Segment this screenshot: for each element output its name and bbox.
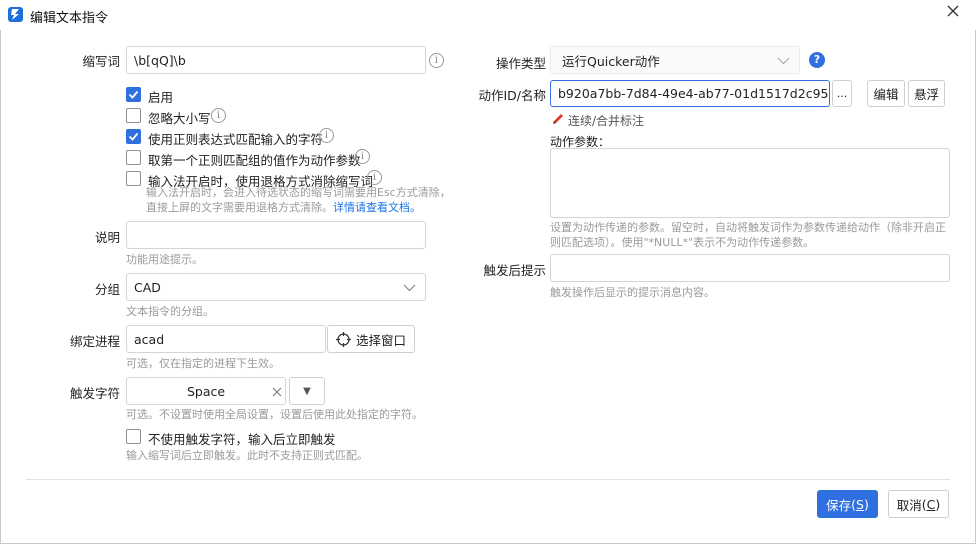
first-group-label: 取第一个正则匹配组的值作为动作参数: [148, 153, 361, 168]
crosshair-icon: [335, 331, 351, 347]
use-regex-label: 使用正则表达式匹配输入的字符: [148, 132, 324, 147]
cancel-label: 取消: [896, 497, 922, 513]
op-type-value: 运行Quicker动作: [562, 53, 660, 69]
no-trigger-label: 不使用触发字符，输入后立即触发: [148, 432, 336, 447]
enable-checkbox[interactable]: [126, 87, 141, 102]
chevron-down-icon: [403, 284, 416, 292]
close-icon[interactable]: [944, 2, 962, 20]
window-title: 编辑文本指令: [30, 11, 109, 26]
edit-button[interactable]: 编辑: [867, 80, 905, 107]
first-group-info-icon[interactable]: i: [355, 149, 370, 164]
ime-hint-line2: 直接上屏的文字需要用退格方式清除。详情请查看文档。: [146, 200, 421, 216]
ime-hint-line1: 输入法开启时，会进入待选状态的缩写词需要用Esc方式清除，: [146, 186, 451, 199]
use-regex-checkbox[interactable]: [126, 129, 141, 144]
help-icon[interactable]: ?: [809, 52, 825, 68]
process-input[interactable]: acad: [126, 325, 326, 353]
use-regex-info-icon[interactable]: i: [319, 128, 334, 143]
select-window-label: 选择窗口: [355, 332, 406, 348]
title-bar: 编辑文本指令: [0, 0, 976, 30]
trigger-label: 触发字符: [69, 386, 120, 401]
group-select-value: CAD: [134, 279, 161, 295]
op-type-label: 操作类型: [495, 56, 546, 71]
no-trigger-hint: 输入缩写词后立即触发。此时不支持正则式匹配。: [126, 449, 368, 462]
no-trigger-checkbox[interactable]: [126, 429, 141, 444]
trigger-hint: 可选。不设置时使用全局设置，设置后使用此处指定的字符。: [126, 408, 423, 421]
op-type-select[interactable]: 运行Quicker动作: [550, 46, 800, 74]
clear-icon[interactable]: [272, 387, 282, 397]
group-label: 分组: [94, 282, 120, 297]
action-id-label: 动作ID/名称: [478, 88, 546, 103]
abbr-input[interactable]: \b[qQ]\b: [126, 46, 426, 74]
after-input[interactable]: [550, 254, 950, 282]
action-id-input[interactable]: b920a7bb-7d84-49e4-ab77-01d1517d2c95: [550, 80, 830, 107]
float-button[interactable]: 悬浮: [908, 80, 945, 107]
group-select[interactable]: CAD: [126, 273, 426, 301]
enable-label: 启用: [148, 90, 174, 105]
more-button[interactable]: ...: [832, 80, 852, 107]
mark-link[interactable]: 连续/合并标注: [568, 112, 644, 129]
params-hint-line1: 设置为动作传递的参数。留空时，自动将触发词作为参数传递给动作（除非开启正: [550, 221, 946, 234]
ime-hint-text: 直接上屏的文字需要用退格方式清除。: [146, 201, 333, 214]
desc-hint: 功能用途提示。: [126, 253, 203, 266]
trigger-value: Space: [186, 383, 226, 399]
cancel-key: C: [926, 496, 936, 512]
params-hint-line2: 则匹配选项）。使用"*NULL*"表示不为动作传递参数。: [550, 236, 815, 249]
desc-label: 说明: [94, 230, 120, 245]
process-hint: 可选，仅在指定的进程下生效。: [126, 357, 280, 370]
ignore-case-label: 忽略大小写: [148, 111, 211, 126]
save-label: 保存: [826, 497, 852, 513]
footer-divider: [26, 479, 950, 480]
first-group-checkbox[interactable]: [126, 150, 141, 165]
abbr-info-icon[interactable]: i: [429, 53, 444, 68]
after-hint: 触发操作后显示的提示消息内容。: [550, 286, 715, 299]
trigger-input[interactable]: Space: [126, 377, 286, 405]
process-label: 绑定进程: [69, 334, 120, 349]
pen-icon: [553, 114, 563, 124]
chevron-down-icon: [777, 57, 790, 65]
app-logo-icon: [8, 7, 23, 22]
trigger-dropdown-button[interactable]: ▼: [289, 377, 325, 405]
ime-docs-link[interactable]: 详情请查看文档。: [333, 201, 421, 214]
ignore-case-checkbox[interactable]: [126, 108, 141, 123]
select-window-button[interactable]: 选择窗口: [327, 325, 415, 353]
after-label: 触发后提示: [483, 263, 546, 278]
params-textarea[interactable]: [550, 148, 950, 218]
ime-info-icon[interactable]: i: [367, 170, 382, 185]
save-button[interactable]: 保存(S): [817, 490, 878, 518]
ignore-case-info-icon[interactable]: i: [211, 108, 226, 123]
save-key: S: [856, 496, 864, 512]
abbr-label: 缩写词: [82, 54, 120, 69]
desc-input[interactable]: [126, 221, 426, 249]
cancel-button[interactable]: 取消(C): [888, 490, 949, 518]
group-hint: 文本指令的分组。: [126, 305, 214, 318]
ime-checkbox[interactable]: [126, 171, 141, 186]
